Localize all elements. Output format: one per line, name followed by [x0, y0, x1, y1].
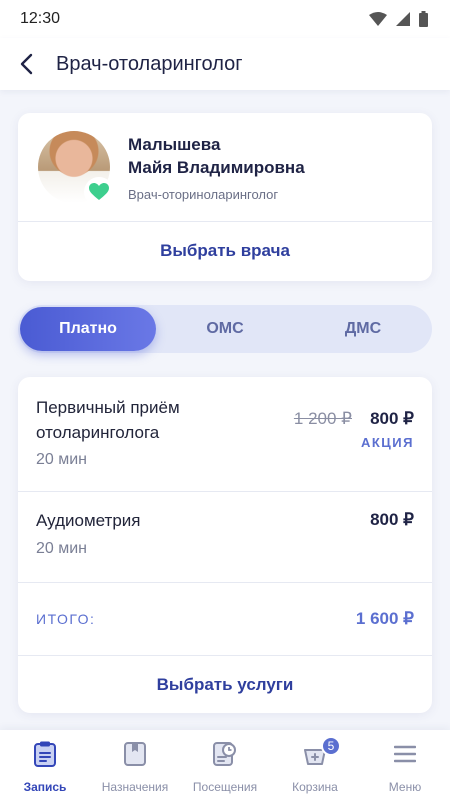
prescription-icon [121, 740, 149, 768]
menu-icon [391, 740, 419, 768]
services-card: Первичный приём отоларинголога 20 мин 1 … [18, 377, 432, 713]
nav-item-visits[interactable]: Посещения [180, 730, 270, 800]
doctor-last-name: Малышева [128, 135, 221, 154]
service-price: 800 ₽ [370, 409, 414, 428]
service-name: Аудиометрия [36, 511, 141, 530]
favorite-badge[interactable] [84, 177, 114, 207]
app-bar: Врач-отоларинголог [0, 38, 450, 90]
service-name: Первичный приём отоларинголога [36, 398, 180, 442]
doctor-specialty: Врач-оториноларинголог [128, 187, 279, 202]
promo-label: АКЦИЯ [360, 435, 414, 450]
nav-label: Меню [388, 780, 422, 794]
wifi-icon [369, 12, 387, 26]
clipboard-icon [31, 740, 59, 768]
nav-item-menu[interactable]: Меню [360, 730, 450, 800]
doctor-info-row[interactable]: Малышева Майя Владимировна Врач-оторинол… [18, 113, 432, 221]
doctor-avatar [38, 131, 114, 207]
total-label: ИТОГО: [36, 611, 96, 627]
nav-label: Посещения [192, 780, 258, 794]
service-item[interactable]: Аудиометрия 20 мин 800 ₽ [18, 492, 432, 582]
battery-icon [419, 11, 428, 27]
tab-oms[interactable]: ОМС [156, 307, 294, 351]
service-price: 800 ₽ [370, 510, 414, 529]
nav-label: Запись [23, 780, 67, 794]
status-bar: 12:30 [0, 0, 450, 38]
payment-type-tabs: Платно ОМС ДМС [18, 305, 432, 353]
heart-icon [89, 183, 109, 200]
service-old-price: 1 200 ₽ [293, 409, 352, 428]
back-button[interactable] [2, 38, 50, 90]
nav-item-prescriptions[interactable]: Назначения [90, 730, 180, 800]
tab-paid[interactable]: Платно [20, 307, 156, 351]
page-title: Врач-отоларинголог [56, 52, 243, 75]
cart-icon: 5 [301, 736, 341, 768]
total-value: 1 600 ₽ [355, 609, 414, 628]
status-time: 12:30 [20, 10, 61, 27]
choose-doctor-button[interactable]: Выбрать врача [18, 222, 432, 280]
nav-item-cart[interactable]: 5 Корзина [270, 730, 360, 800]
visit-history-icon [211, 740, 239, 768]
total-row: ИТОГО: 1 600 ₽ [18, 583, 432, 655]
service-duration: 20 мин [36, 451, 88, 468]
tab-dms[interactable]: ДМС [294, 307, 432, 351]
status-icons [369, 11, 428, 27]
nav-label: Назначения [101, 780, 169, 794]
back-arrow-icon [20, 53, 33, 75]
nav-item-appointment[interactable]: Запись [0, 730, 90, 800]
doctor-details: Малышева Майя Владимировна Врач-оторинол… [128, 133, 305, 221]
service-duration: 20 мин [36, 540, 88, 557]
service-item[interactable]: Первичный приём отоларинголога 20 мин 1 … [18, 377, 432, 491]
doctor-card: Малышева Майя Владимировна Врач-оторинол… [18, 113, 432, 281]
nav-label: Корзина [292, 780, 338, 794]
doctor-first-middle-name: Майя Владимировна [128, 158, 305, 177]
choose-services-button[interactable]: Выбрать услуги [18, 656, 432, 714]
signal-icon [396, 12, 410, 26]
cart-count-badge: 5 [321, 736, 341, 756]
bottom-navigation: Запись Назначения Посещения 5 Корзина Ме… [0, 730, 450, 800]
